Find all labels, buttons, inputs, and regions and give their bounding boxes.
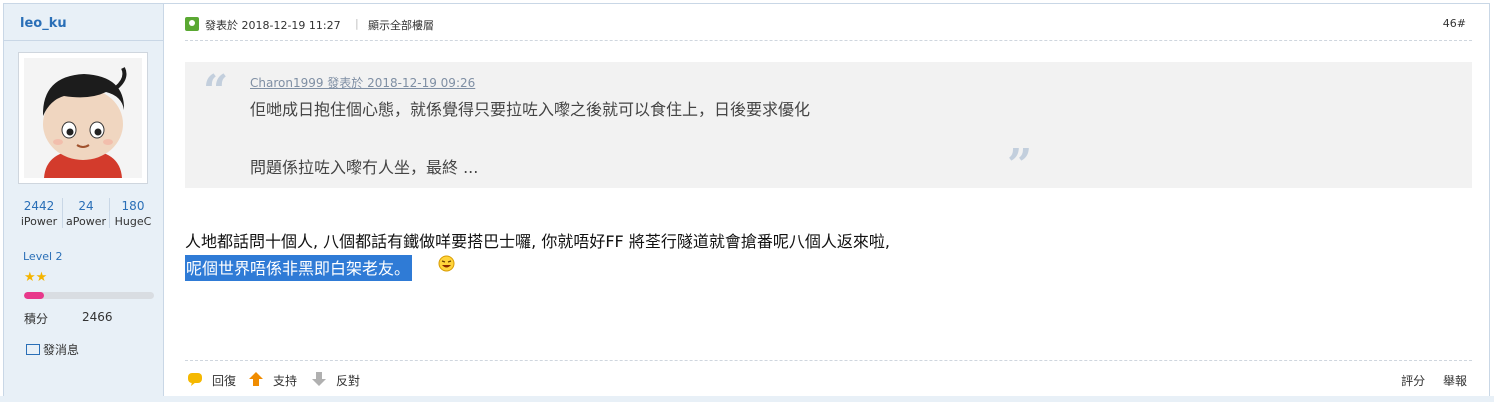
level-progress-fill bbox=[24, 292, 44, 299]
speech-bubble-icon bbox=[188, 373, 202, 386]
oppose-label: 反對 bbox=[336, 374, 361, 388]
footer-right-links: 評分 舉報 bbox=[1387, 372, 1467, 389]
divider bbox=[185, 360, 1472, 361]
rate-link[interactable]: 評分 bbox=[1401, 374, 1425, 388]
support-label: 支持 bbox=[273, 374, 298, 388]
stat-label: HugeC bbox=[114, 215, 152, 228]
divider bbox=[185, 40, 1472, 41]
close-quote-icon: ” bbox=[1007, 140, 1033, 191]
online-user-icon bbox=[185, 17, 199, 31]
laughing-emoji-icon bbox=[438, 255, 455, 272]
reply-label: 回復 bbox=[212, 374, 237, 388]
post-body-line: 人地都話問十個人, 八個都話有鐵做咩要搭巴士囉, 你就唔好FF 將荃行隧道就會搶… bbox=[185, 232, 890, 251]
score: 積分 2466 bbox=[24, 310, 113, 327]
quote-text-line: 佢哋成日抱住個心態，就係覺得只要拉咗入嚟之後就可以食住上，日後要求優化 bbox=[250, 100, 811, 119]
stat-label: iPower bbox=[20, 215, 58, 228]
post-actions: 回復 支持 反對 評分 舉報 bbox=[185, 368, 1472, 390]
floor-number[interactable]: 46# bbox=[1443, 17, 1466, 30]
mail-icon bbox=[26, 344, 40, 355]
separator: | bbox=[355, 17, 359, 30]
send-message-link[interactable]: 發消息 bbox=[26, 341, 79, 358]
quote-header-link[interactable]: Charon1999 發表於 2018-12-19 09:26 bbox=[250, 74, 475, 91]
post-body-line-selected: 呢個世界唔係非黑即白架老友。 bbox=[185, 255, 413, 281]
star-icon: ★★ bbox=[24, 270, 48, 285]
author-sidebar: leo_ku 2442 iPower 24 aPower 180 HugeC L… bbox=[4, 4, 164, 398]
score-label: 積分 bbox=[24, 312, 49, 326]
avatar-image bbox=[24, 58, 142, 178]
post-time: 發表於 2018-12-19 11:27 bbox=[205, 19, 341, 32]
user-level[interactable]: Level 2 bbox=[23, 250, 63, 263]
stat-ipower[interactable]: 2442 iPower bbox=[16, 194, 62, 234]
level-progress-bar bbox=[24, 292, 154, 299]
stat-label: aPower bbox=[66, 215, 106, 228]
quote-text-line: 問題係拉咗入嚟冇人坐，最終 ... bbox=[250, 158, 479, 177]
stat-value: 24 bbox=[78, 199, 94, 213]
open-quote-icon: “ bbox=[203, 66, 229, 117]
stat-hugec[interactable]: 180 HugeC bbox=[110, 194, 156, 234]
send-message-label: 發消息 bbox=[43, 343, 80, 357]
arrow-down-icon bbox=[312, 372, 326, 386]
author-username[interactable]: leo_ku bbox=[20, 16, 67, 31]
arrow-up-icon bbox=[249, 372, 263, 386]
stat-apower[interactable]: 24 aPower bbox=[63, 194, 109, 234]
post-info-bar: 發表於 2018-12-19 11:27 | 顯示全部樓層 46# bbox=[185, 16, 1472, 36]
bottom-border bbox=[0, 396, 1494, 402]
avatar[interactable] bbox=[18, 52, 148, 184]
score-value: 2466 bbox=[82, 310, 113, 324]
stat-value: 2442 bbox=[23, 199, 55, 213]
quote-block: “ Charon1999 發表於 2018-12-19 09:26 佢哋成日抱住… bbox=[185, 62, 1472, 191]
show-all-floors-link[interactable]: 顯示全部樓層 bbox=[368, 17, 434, 33]
report-link[interactable]: 舉報 bbox=[1443, 374, 1467, 388]
stat-value: 180 bbox=[121, 199, 145, 213]
divider bbox=[4, 40, 163, 41]
author-stats: 2442 iPower 24 aPower 180 HugeC bbox=[16, 194, 156, 234]
